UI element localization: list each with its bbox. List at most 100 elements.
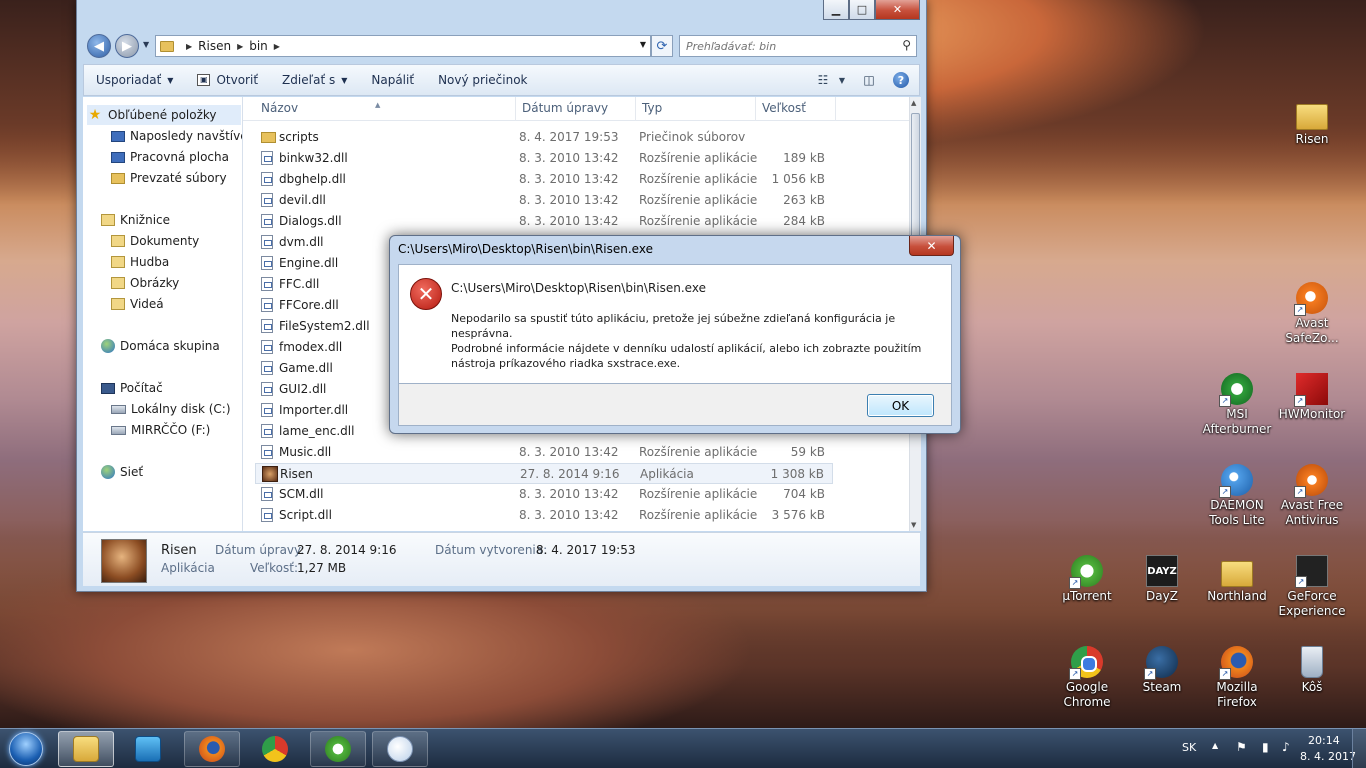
dll-file-icon [261, 424, 273, 438]
search-icon[interactable]: ⚲ [902, 38, 911, 52]
desktop-icon-label: µTorrent [1062, 589, 1112, 603]
shortcut-arrow-icon: ↗ [1144, 668, 1156, 680]
nav-desktop[interactable]: Pracovná plocha [111, 147, 229, 167]
desktop-icon-firefox[interactable]: ↗ Mozilla Firefox [1201, 646, 1273, 710]
network-icon[interactable]: ▮ [1262, 740, 1269, 754]
clock-time[interactable]: 20:14 [1308, 734, 1340, 747]
column-date[interactable]: Dátum úpravy [522, 101, 608, 115]
view-options-icon[interactable]: ☷ [811, 68, 835, 92]
nav-homegroup[interactable]: Domáca skupina [101, 336, 220, 356]
taskbar-firefox[interactable] [184, 731, 240, 767]
nav-recent[interactable]: Naposledy navštívené [111, 126, 242, 146]
table-row[interactable]: binkw32.dll 8. 3. 2010 13:42 Rozšírenie ap… [255, 148, 833, 169]
search-box[interactable]: ⚲ [679, 35, 917, 57]
table-row[interactable]: scripts 8. 4. 2017 19:53 Priečinok súborov [255, 127, 833, 148]
dialog-close-button[interactable]: ✕ [909, 236, 954, 256]
table-row[interactable]: dbghelp.dll 8. 3. 2010 13:42 Rozšírenie ap… [255, 169, 833, 190]
open-button[interactable]: ▣ Otvoriť [185, 67, 270, 93]
file-size: 59 kB [790, 445, 825, 459]
chevron-right-icon[interactable]: ▶ [186, 42, 192, 51]
chevron-right-icon[interactable]: ▶ [274, 42, 280, 51]
nav-downloads[interactable]: Prevzaté súbory [111, 168, 227, 188]
desktop-icon-recycle-bin[interactable]: Kôš [1276, 646, 1348, 695]
action-center-icon[interactable]: ⚑ [1236, 740, 1247, 754]
burn-button[interactable]: Napáliť [359, 67, 426, 93]
chevron-down-icon[interactable]: ▼ [835, 68, 849, 92]
tray-expand-icon[interactable]: ▲ [1212, 741, 1218, 750]
chevron-right-icon[interactable]: ▶ [237, 42, 243, 51]
nav-videos[interactable]: Videá [111, 294, 164, 314]
help-button[interactable]: ? [889, 68, 913, 92]
minimize-button[interactable]: ▁ [823, 0, 849, 20]
search-input[interactable] [686, 39, 886, 53]
language-indicator[interactable]: SK [1182, 741, 1196, 754]
back-button[interactable]: ◀ [87, 34, 111, 58]
organize-button[interactable]: Usporiadať ▼ [84, 67, 185, 93]
nav-drive-f[interactable]: MIRRČČO (F:) [111, 420, 210, 440]
refresh-button[interactable]: ⟳ [651, 35, 673, 57]
dialog-message: Nepodarilo sa spustiť túto aplikáciu, pr… [451, 311, 941, 371]
address-bar[interactable]: ▶ Risen ▶ bin ▶ ▼ [155, 35, 651, 57]
close-button[interactable]: ✕ [875, 0, 920, 20]
nav-network[interactable]: Sieť [101, 462, 143, 482]
nav-pictures[interactable]: Obrázky [111, 273, 179, 293]
recent-pages-dropdown[interactable]: ▼ [143, 40, 149, 49]
scroll-down-icon[interactable]: ▼ [911, 521, 916, 529]
breadcrumb-bin[interactable]: bin [249, 39, 268, 53]
scroll-up-icon[interactable]: ▲ [911, 99, 916, 107]
hard-disk-icon [111, 404, 126, 414]
desktop-icon-avast-antivirus[interactable]: ↗ Avast Free Antivirus [1276, 464, 1348, 528]
show-desktop-button[interactable] [1352, 729, 1366, 768]
desktop-icon-utorrent[interactable]: ↗ µTorrent [1051, 555, 1123, 604]
forward-button[interactable]: ▶ [115, 34, 139, 58]
new-folder-button[interactable]: Nový priečinok [426, 67, 539, 93]
desktop-icon-chrome[interactable]: ↗ Google Chrome [1051, 646, 1123, 710]
nav-libraries[interactable]: Knižnice [101, 210, 170, 230]
volume-icon[interactable]: ♪ [1282, 740, 1290, 754]
folder-icon [261, 132, 276, 143]
desktop-icon-steam[interactable]: ↗ Steam [1126, 646, 1198, 695]
desktop-icon-dayz[interactable]: DAYZ DayZ [1126, 555, 1198, 604]
taskbar-utorrent[interactable] [310, 731, 366, 767]
desktop-icon-northland[interactable]: Northland [1201, 555, 1273, 604]
error-dialog[interactable]: C:\Users\Miro\Desktop\Risen\bin\Risen.ex… [389, 235, 961, 434]
file-name: lame_enc.dll [279, 424, 355, 438]
chevron-down-icon[interactable]: ▼ [640, 40, 646, 49]
taskbar-paint[interactable] [372, 731, 428, 767]
desktop-icon-avast-safezone[interactable]: ↗ Avast SafeZo... [1276, 282, 1348, 346]
downloads-icon [111, 172, 125, 184]
breadcrumb-risen[interactable]: Risen [198, 39, 231, 53]
desktop-icon-geforce[interactable]: ↗ GeForce Experience [1276, 555, 1348, 619]
maximize-button[interactable]: □ [849, 0, 875, 20]
desktop-icon-msi-afterburner[interactable]: ↗ MSI Afterburner [1201, 373, 1273, 437]
table-row[interactable]: devil.dll 8. 3. 2010 13:42 Rozšírenie apli… [255, 190, 833, 211]
file-size: 1 308 kB [770, 467, 824, 481]
table-row[interactable]: Script.dll 8. 3. 2010 13:42 Rozšírenie apl… [255, 505, 833, 526]
nav-music[interactable]: Hudba [111, 252, 169, 272]
desktop-icon-hwmonitor[interactable]: ↗ HWMonitor [1276, 373, 1348, 422]
nav-local-disk[interactable]: Lokálny disk (C:) [111, 399, 231, 419]
nav-computer[interactable]: Počítač [101, 378, 163, 398]
table-row[interactable]: Dialogs.dll 8. 3. 2010 13:42 Rozšírenie ap… [255, 211, 833, 232]
file-type: Rozšírenie aplikácie [639, 487, 758, 501]
risen-app-icon [262, 466, 278, 482]
taskbar-chrome[interactable] [247, 731, 303, 767]
nav-documents[interactable]: Dokumenty [111, 231, 199, 251]
taskbar-explorer[interactable] [58, 731, 114, 767]
table-row[interactable]: Music.dll 8. 3. 2010 13:42 Rozšírenie apli… [255, 442, 833, 463]
column-size[interactable]: Veľkosť [762, 101, 806, 115]
desktop-icon-daemon-tools[interactable]: ↗ DAEMON Tools Lite [1201, 464, 1273, 528]
nav-favorites[interactable]: ★ Obľúbené položky [87, 105, 241, 125]
desktop-icon-risen[interactable]: Risen [1276, 98, 1348, 147]
dll-file-icon [261, 193, 273, 207]
share-button[interactable]: Zdieľať s ▼ [270, 67, 359, 93]
taskbar-media-player[interactable] [120, 731, 176, 767]
clock-date[interactable]: 8. 4. 2017 [1300, 750, 1356, 763]
column-type[interactable]: Typ [642, 101, 662, 115]
preview-pane-icon[interactable]: ◫ [857, 68, 881, 92]
start-button[interactable] [2, 729, 50, 768]
table-row[interactable]: SCM.dll 8. 3. 2010 13:42 Rozšírenie apliká… [255, 484, 833, 505]
column-name[interactable]: Názov [261, 101, 298, 115]
table-row[interactable]: Risen 27. 8. 2014 9:16 Aplikácia 1 308 kB [255, 463, 833, 484]
ok-button[interactable]: OK [867, 394, 934, 417]
